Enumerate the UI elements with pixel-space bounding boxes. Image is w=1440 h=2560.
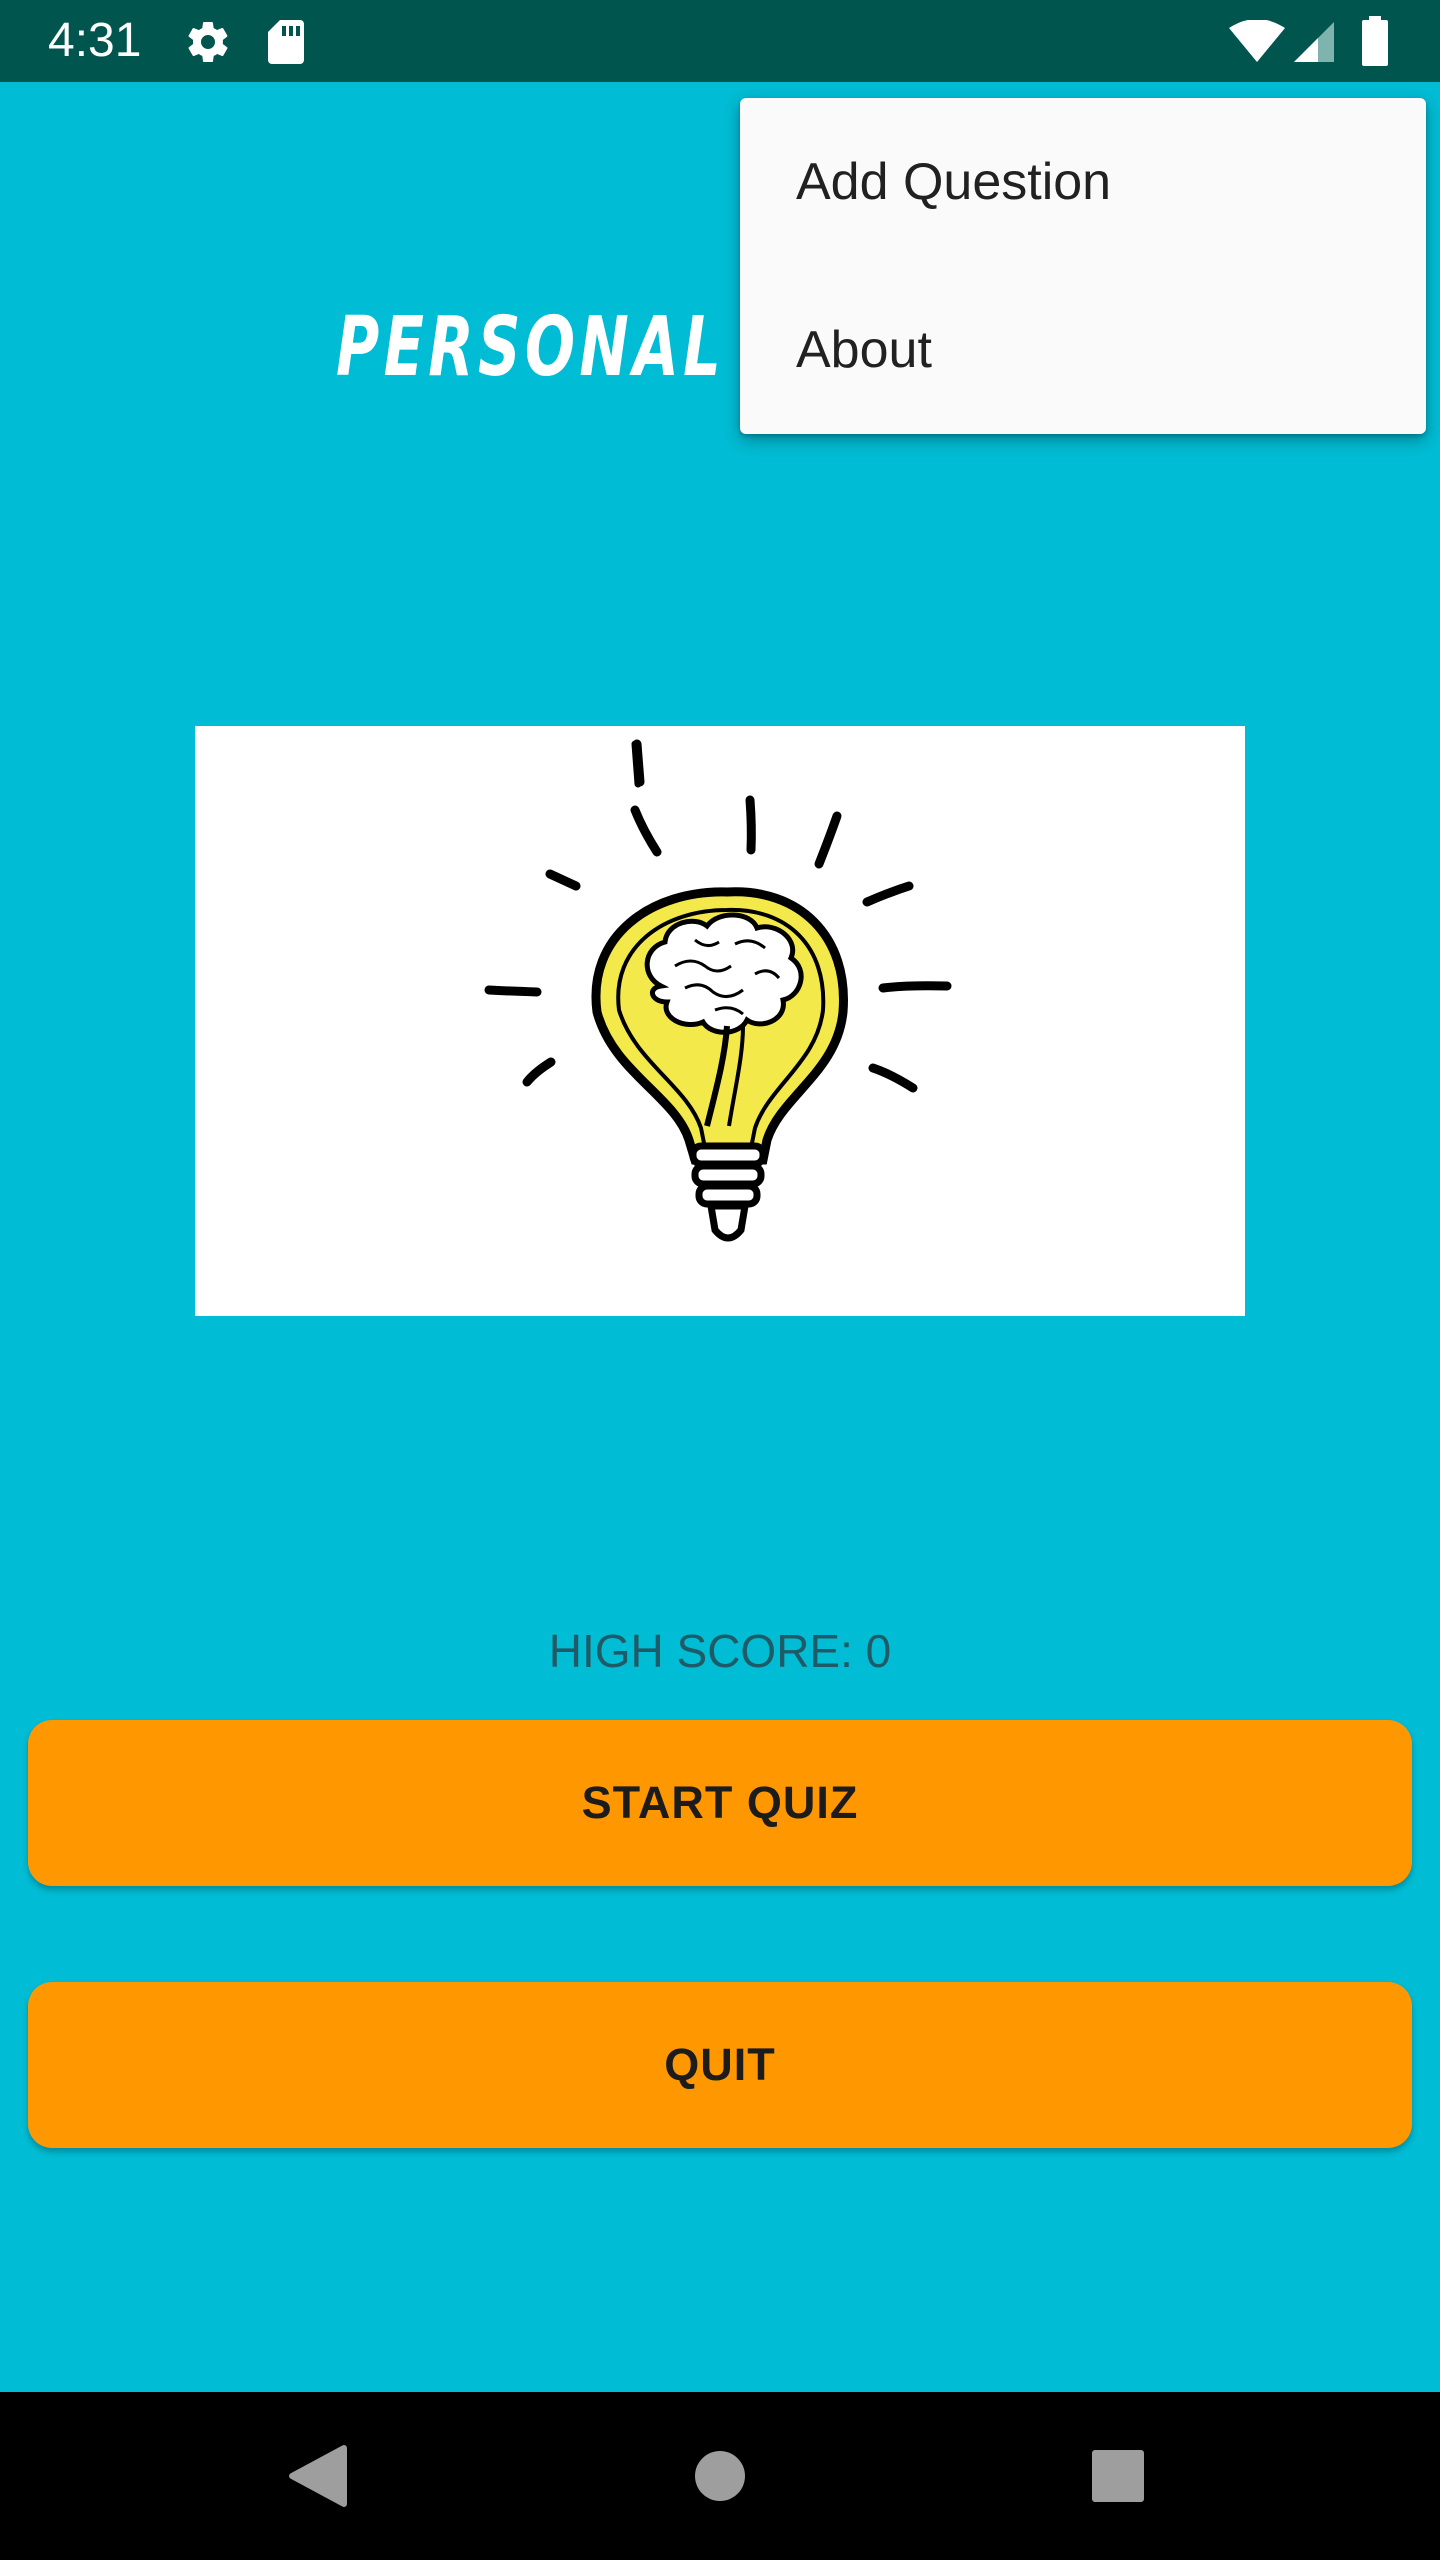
quit-button[interactable]: QUIT [28,1982,1412,2148]
status-time: 4:31 [48,14,142,67]
overflow-menu: Add Question About [740,98,1426,434]
menu-item-about[interactable]: About [740,266,1426,434]
app-title: PERSONAL F [336,300,795,395]
start-quiz-button[interactable]: START QUIZ [28,1720,1412,1886]
signal-icon [1290,20,1336,69]
navigation-bar [0,2392,1440,2560]
gear-icon [184,18,232,71]
battery-icon [1360,16,1390,71]
hero-image-card [195,726,1245,1316]
lightbulb-brain-icon [484,739,952,1242]
screen: 4:31 PERSONAL F HIGH SCORE: 0 START QUIZ… [0,0,1440,2560]
back-icon[interactable] [218,2392,418,2560]
wifi-icon [1228,19,1286,69]
menu-item-add-question[interactable]: Add Question [740,98,1426,266]
high-score-label: HIGH SCORE: 0 [548,1625,892,1677]
recents-icon[interactable] [1018,2392,1218,2560]
home-icon[interactable] [620,2392,820,2560]
sd-card-icon [266,18,306,71]
status-bar: 4:31 [0,0,1440,82]
